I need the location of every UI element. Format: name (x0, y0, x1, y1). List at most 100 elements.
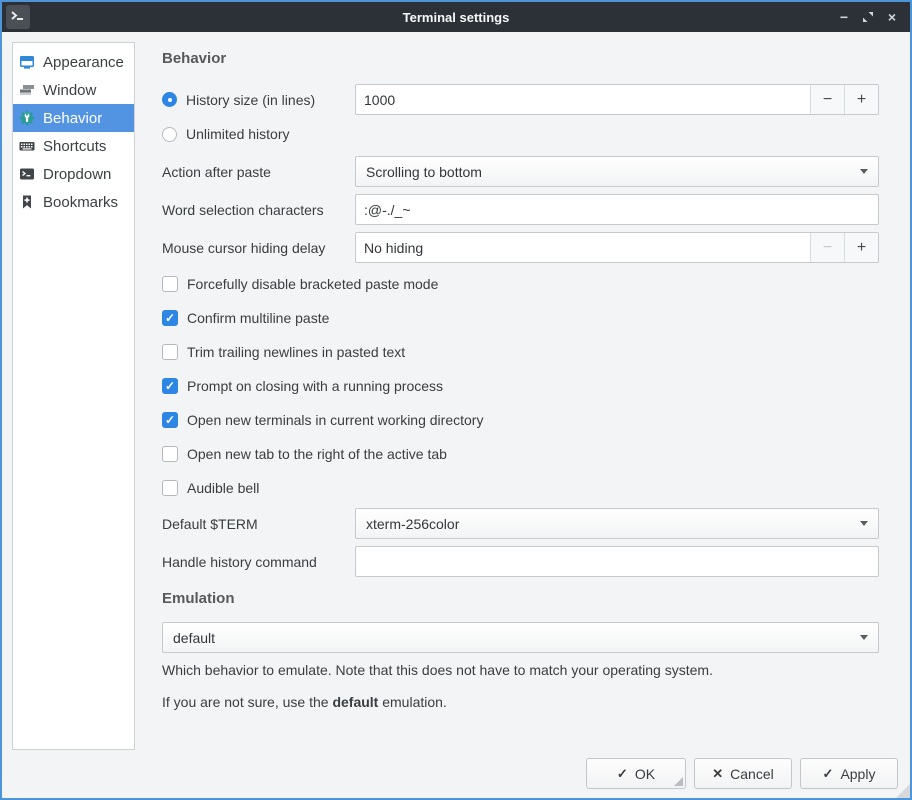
sidebar-item-label: Appearance (43, 54, 124, 71)
checkbox-row: Prompt on closing with a running process (162, 376, 879, 396)
default-term-row: Default $TERM xterm-256color (162, 508, 879, 539)
check-icon: ✓ (823, 766, 834, 782)
history-size-decrement-button[interactable]: − (810, 85, 844, 114)
terminal-icon (19, 166, 35, 182)
checkbox-row: Forcefully disable bracketed paste mode (162, 274, 879, 294)
open-tab-right-checkbox[interactable] (162, 446, 178, 462)
window-icon (19, 82, 35, 98)
behavior-section-heading-row: Behavior (162, 50, 879, 67)
unlimited-history-row: Unlimited history (162, 124, 879, 144)
history-size-increment-button[interactable]: + (844, 85, 878, 114)
open-terminals-cwd-checkbox[interactable] (162, 412, 178, 428)
history-size-row: History size (in lines) − + (162, 84, 879, 115)
history-size-radio[interactable] (162, 92, 177, 107)
sidebar-item-dropdown[interactable]: Dropdown (13, 160, 134, 188)
checkbox-label: Trim trailing newlines in pasted text (187, 344, 405, 360)
gear-wrench-icon (19, 110, 35, 126)
settings-sidebar: Appearance Window (12, 42, 135, 750)
check-icon: ✓ (617, 766, 628, 782)
chevron-down-icon (860, 169, 868, 174)
word-selection-input[interactable] (355, 194, 879, 225)
word-selection-row: Word selection characters (162, 194, 879, 225)
confirm-multiline-paste-checkbox[interactable] (162, 310, 178, 326)
bracketed-paste-checkbox[interactable] (162, 276, 178, 292)
sidebar-item-behavior[interactable]: Behavior (13, 104, 134, 132)
action-after-paste-dropdown[interactable]: Scrolling to bottom (355, 156, 879, 187)
apply-button[interactable]: ✓ Apply (800, 758, 898, 789)
dropdown-value: Scrolling to bottom (366, 164, 482, 180)
default-term-dropdown[interactable]: xterm-256color (355, 508, 879, 539)
minimize-button[interactable]: − (832, 5, 856, 29)
emulation-help-row: Which behavior to emulate. Note that thi… (162, 660, 879, 680)
checkbox-row: Confirm multiline paste (162, 308, 879, 328)
ok-button-label: OK (635, 766, 655, 782)
terminal-icon (9, 8, 27, 26)
cross-icon: ✕ (712, 766, 723, 782)
ok-button[interactable]: ✓ OK (586, 758, 686, 789)
handle-history-input[interactable] (355, 546, 879, 577)
sidebar-item-window[interactable]: Window (13, 76, 134, 104)
sidebar-item-label: Shortcuts (43, 138, 106, 155)
emulation-section-heading-row: Emulation (162, 590, 879, 607)
dropdown-value: xterm-256color (366, 516, 459, 532)
emulation-dropdown[interactable]: default (162, 622, 879, 653)
maximize-button[interactable] (856, 5, 880, 29)
mouse-cursor-delay-spinbox: − + (355, 232, 879, 263)
history-size-input[interactable] (356, 85, 810, 114)
mouse-cursor-delay-decrement-button[interactable]: − (810, 233, 844, 262)
mouse-cursor-delay-row: Mouse cursor hiding delay − + (162, 232, 879, 263)
restore-icon (862, 11, 874, 23)
cancel-button[interactable]: ✕ Cancel (694, 758, 792, 789)
terminal-settings-window: Terminal settings − × Appearance (0, 0, 912, 800)
history-size-spinbox: − + (355, 84, 879, 115)
history-size-label: History size (in lines) (186, 92, 315, 108)
mouse-cursor-delay-input[interactable] (356, 233, 810, 262)
bookmark-icon (19, 194, 35, 210)
chevron-down-icon (860, 521, 868, 526)
checkbox-row: Audible bell (162, 478, 879, 498)
keyboard-icon (19, 138, 35, 154)
close-button[interactable]: × (880, 5, 904, 29)
checkbox-label: Audible bell (187, 480, 259, 496)
emulation-help-text2: If you are not sure, use the default emu… (162, 694, 447, 710)
word-selection-label: Word selection characters (162, 202, 355, 218)
mouse-cursor-delay-increment-button[interactable]: + (844, 233, 878, 262)
mouse-cursor-delay-label: Mouse cursor hiding delay (162, 240, 355, 256)
cancel-button-label: Cancel (730, 766, 774, 782)
minimize-icon: − (840, 9, 848, 25)
checkbox-row: Trim trailing newlines in pasted text (162, 342, 879, 362)
window-title: Terminal settings (2, 10, 910, 25)
sidebar-item-bookmarks[interactable]: Bookmarks (13, 188, 134, 216)
terminal-app-icon[interactable] (6, 5, 30, 29)
unlimited-history-radio[interactable] (162, 127, 177, 142)
action-after-paste-label: Action after paste (162, 164, 355, 180)
checkbox-label: Open new tab to the right of the active … (187, 446, 447, 462)
action-after-paste-row: Action after paste Scrolling to bottom (162, 156, 879, 187)
audible-bell-checkbox[interactable] (162, 480, 178, 496)
section-heading: Emulation (162, 590, 235, 607)
chevron-down-icon (860, 635, 868, 640)
prompt-on-closing-checkbox[interactable] (162, 378, 178, 394)
display-icon (19, 54, 35, 70)
window-controls: − × (832, 2, 904, 32)
sidebar-item-shortcuts[interactable]: Shortcuts (13, 132, 134, 160)
history-size-option: History size (in lines) (162, 92, 355, 108)
sidebar-item-label: Bookmarks (43, 194, 118, 211)
emulation-help-text: Which behavior to emulate. Note that thi… (162, 662, 713, 678)
checkbox-label: Prompt on closing with a running process (187, 378, 443, 394)
trim-trailing-newlines-checkbox[interactable] (162, 344, 178, 360)
resize-grip[interactable] (896, 784, 910, 798)
dialog-footer: ✓ OK ✕ Cancel ✓ Apply (586, 758, 898, 789)
dropdown-value: default (173, 630, 215, 646)
handle-history-row: Handle history command (162, 546, 879, 577)
sidebar-item-label: Dropdown (43, 166, 111, 183)
checkbox-row: Open new terminals in current working di… (162, 410, 879, 430)
default-emphasis: default (332, 694, 378, 710)
checkbox-row: Open new tab to the right of the active … (162, 444, 879, 464)
checkbox-label: Confirm multiline paste (187, 310, 329, 326)
emulation-help-row2: If you are not sure, use the default emu… (162, 692, 879, 712)
section-heading: Behavior (162, 50, 226, 67)
sidebar-item-label: Window (43, 82, 96, 99)
sidebar-item-appearance[interactable]: Appearance (13, 48, 134, 76)
behavior-settings-panel: Behavior History size (in lines) − + Unl… (162, 42, 879, 758)
